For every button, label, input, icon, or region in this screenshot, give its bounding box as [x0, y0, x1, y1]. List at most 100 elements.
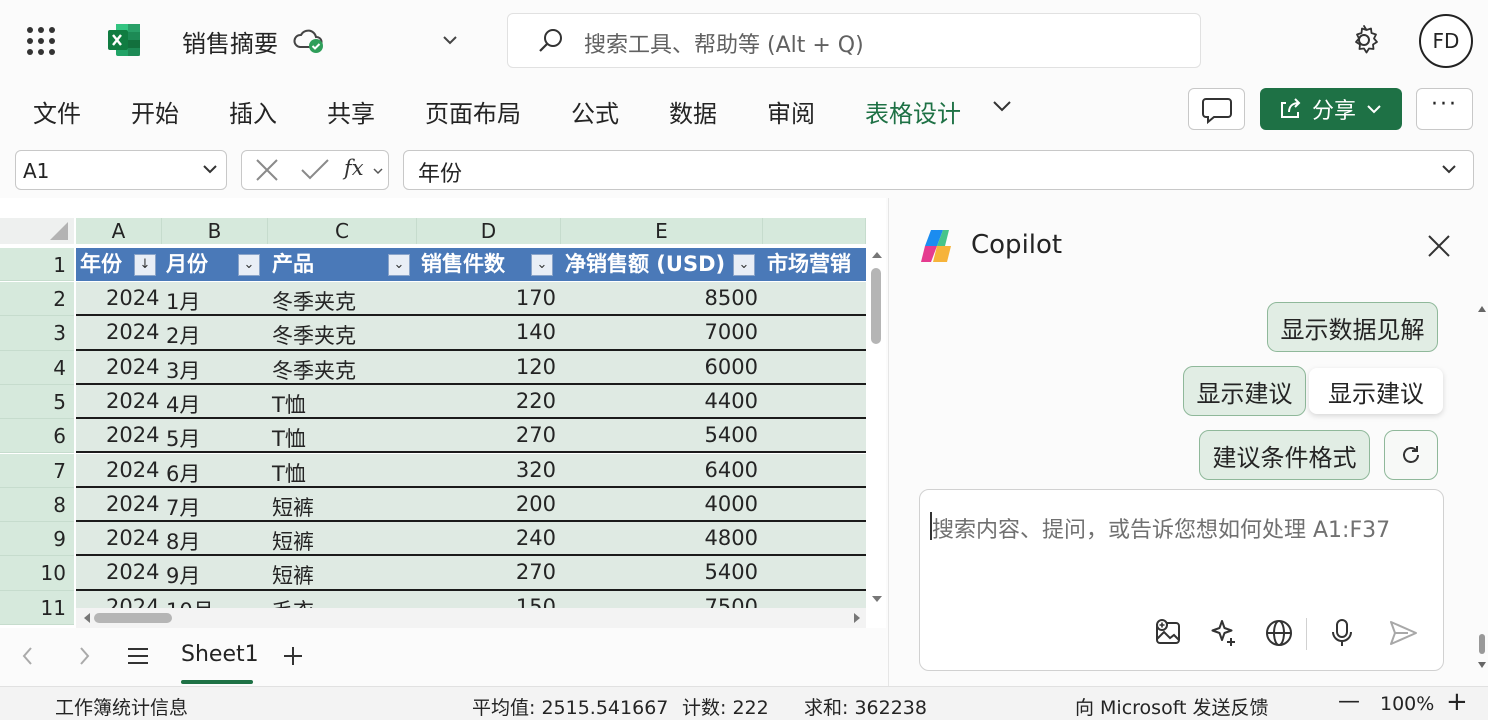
table-row[interactable]: 2024 9月 短裤 270 5400 — [76, 556, 866, 591]
app-launcher-icon[interactable] — [27, 27, 55, 55]
cell-units: 270 — [515, 423, 556, 448]
sheet-tab-sheet1[interactable]: Sheet1 — [181, 642, 259, 667]
all-sheets-menu-icon[interactable] — [125, 644, 151, 668]
title-chevron-down-icon[interactable] — [440, 30, 460, 50]
settings-gear-icon[interactable] — [1346, 22, 1382, 58]
status-average: 平均值: 2515.541667 — [472, 697, 669, 719]
filter-dropdown-icon[interactable]: ⌄ — [733, 254, 755, 276]
insert-function-icon[interactable]: fx — [344, 156, 364, 180]
column-header-c[interactable]: C — [268, 218, 417, 244]
vertical-scrollbar[interactable] — [868, 246, 886, 606]
suggest-conditional-formatting-chip[interactable]: 建议条件格式 — [1199, 430, 1370, 480]
document-title[interactable]: 销售摘要 — [182, 24, 278, 59]
row-header[interactable]: 8 — [0, 487, 74, 523]
row-header[interactable]: 3 — [0, 316, 74, 351]
header-cell-marketing[interactable]: 市场营销 — [763, 248, 866, 281]
zoom-in-button[interactable]: + — [1446, 687, 1468, 717]
table-row[interactable]: 2024 6月 T恤 320 6400 — [76, 453, 866, 488]
zoom-out-button[interactable]: — — [1338, 689, 1360, 714]
tab-home[interactable]: 开始 — [131, 94, 179, 129]
comments-button[interactable] — [1188, 88, 1245, 130]
share-button[interactable]: 分享 — [1260, 88, 1402, 130]
tab-review[interactable]: 审阅 — [767, 94, 815, 129]
tab-share[interactable]: 共享 — [327, 94, 375, 129]
row-header[interactable]: 2 — [0, 282, 74, 317]
refresh-suggestions-button[interactable] — [1384, 430, 1438, 480]
header-cell-month[interactable]: 月份 ⌄ — [162, 248, 268, 281]
tab-file[interactable]: 文件 — [33, 94, 81, 129]
table-row[interactable]: 2024 4月 T恤 220 4400 — [76, 384, 866, 420]
formula-actions: fx — [241, 150, 389, 190]
table-row[interactable]: 2024 7月 短裤 200 4000 — [76, 487, 866, 523]
cancel-x-icon[interactable] — [242, 151, 292, 189]
table-row[interactable]: 2024 3月 冬季夹克 120 6000 — [76, 350, 866, 385]
tab-table-design[interactable]: 表格设计 — [865, 94, 961, 129]
header-cell-net-sales[interactable]: 净销售额 (USD) ⌄ — [561, 248, 763, 281]
tab-data[interactable]: 数据 — [669, 94, 717, 129]
close-icon[interactable] — [1425, 232, 1453, 260]
send-feedback-link[interactable]: 向 Microsoft 发送反馈 — [1075, 693, 1269, 720]
tab-insert[interactable]: 插入 — [229, 94, 277, 129]
column-header-a[interactable]: A — [76, 218, 162, 244]
prompts-sparkle-icon[interactable] — [1207, 616, 1241, 650]
header-cell-year[interactable]: 年份 ↓ — [76, 248, 162, 281]
cell-units: 270 — [515, 560, 556, 585]
share-label: 分享 — [1311, 99, 1356, 124]
show-suggestions-chip[interactable]: 显示建议 — [1183, 366, 1306, 416]
show-data-insights-chip[interactable]: 显示数据见解 — [1267, 302, 1438, 352]
workbook-statistics[interactable]: 工作簿统计信息 — [55, 693, 188, 720]
web-globe-icon[interactable] — [1262, 616, 1296, 650]
cell-month: 6月 — [166, 461, 201, 486]
table-row[interactable]: 2024 1月 冬季夹克 170 8500 — [76, 282, 866, 317]
header-cell-product[interactable]: 产品 ⌄ — [268, 248, 417, 281]
add-sheet-icon[interactable] — [281, 644, 305, 668]
name-box-chevron-icon[interactable] — [200, 159, 220, 179]
row-header[interactable]: 10 — [0, 556, 74, 591]
cell-month: 5月 — [166, 427, 201, 452]
formula-bar: A1 fx 年份 — [0, 140, 1488, 198]
row-header[interactable]: 9 — [0, 522, 74, 557]
add-image-icon[interactable] — [1152, 616, 1186, 650]
filter-dropdown-icon[interactable]: ⌄ — [531, 254, 553, 276]
row-header[interactable]: 5 — [0, 384, 74, 420]
column-header-d[interactable]: D — [417, 218, 561, 244]
horizontal-scrollbar[interactable] — [76, 608, 866, 628]
filter-dropdown-icon[interactable]: ⌄ — [388, 254, 410, 276]
filter-dropdown-icon[interactable]: ⌄ — [238, 254, 260, 276]
column-header-f[interactable] — [763, 218, 866, 244]
prev-sheet-chevron-icon[interactable] — [18, 644, 38, 668]
table-row[interactable]: 2024 8月 短裤 240 4800 — [76, 522, 866, 557]
formula-expand-chevron-icon[interactable] — [1439, 159, 1459, 179]
cell-year: 2024 — [106, 526, 160, 551]
column-header-b[interactable]: B — [162, 218, 268, 244]
search-box[interactable]: 搜索工具、帮助等 (Alt + Q) — [507, 13, 1201, 68]
next-sheet-chevron-icon[interactable] — [74, 644, 94, 668]
row-header[interactable]: 6 — [0, 419, 74, 454]
row-header[interactable]: 1 — [0, 248, 74, 281]
tab-page-layout[interactable]: 页面布局 — [425, 94, 521, 129]
copilot-prompt-input[interactable]: 搜索内容、提问，或告诉您想如何处理 A1:F37 — [919, 489, 1444, 671]
row-header[interactable]: 4 — [0, 350, 74, 385]
select-all-corner[interactable] — [0, 218, 74, 244]
sort-filter-icon[interactable]: ↓ — [134, 254, 156, 276]
row-header[interactable]: 7 — [0, 453, 74, 488]
name-box[interactable]: A1 — [15, 150, 227, 190]
more-options-button[interactable]: ··· — [1416, 88, 1473, 130]
fx-chevron-icon[interactable] — [372, 165, 384, 177]
confirm-check-icon[interactable] — [292, 151, 338, 189]
header-cell-units[interactable]: 销售件数 ⌄ — [417, 248, 561, 281]
tab-formulas[interactable]: 公式 — [571, 94, 619, 129]
spreadsheet-grid[interactable]: A B C D E 1 2 3 4 5 6 7 8 9 10 11 年份 ↓ 月… — [0, 198, 886, 628]
user-avatar[interactable]: FD — [1419, 14, 1473, 68]
row-header[interactable]: 11 — [0, 590, 74, 625]
copilot-scrollbar[interactable] — [1477, 298, 1487, 678]
microphone-icon[interactable] — [1325, 616, 1359, 650]
zoom-level[interactable]: 100% — [1380, 693, 1434, 715]
send-icon[interactable] — [1386, 616, 1420, 650]
table-row[interactable]: 2024 5月 T恤 270 5400 — [76, 419, 866, 454]
formula-input[interactable]: 年份 — [403, 150, 1474, 190]
table-row[interactable]: 2024 2月 冬季夹克 140 7000 — [76, 316, 866, 351]
share-chevron-down-icon — [1367, 105, 1381, 114]
column-header-e[interactable]: E — [561, 218, 763, 244]
ribbon-expand-chevron-icon[interactable] — [990, 92, 1014, 120]
